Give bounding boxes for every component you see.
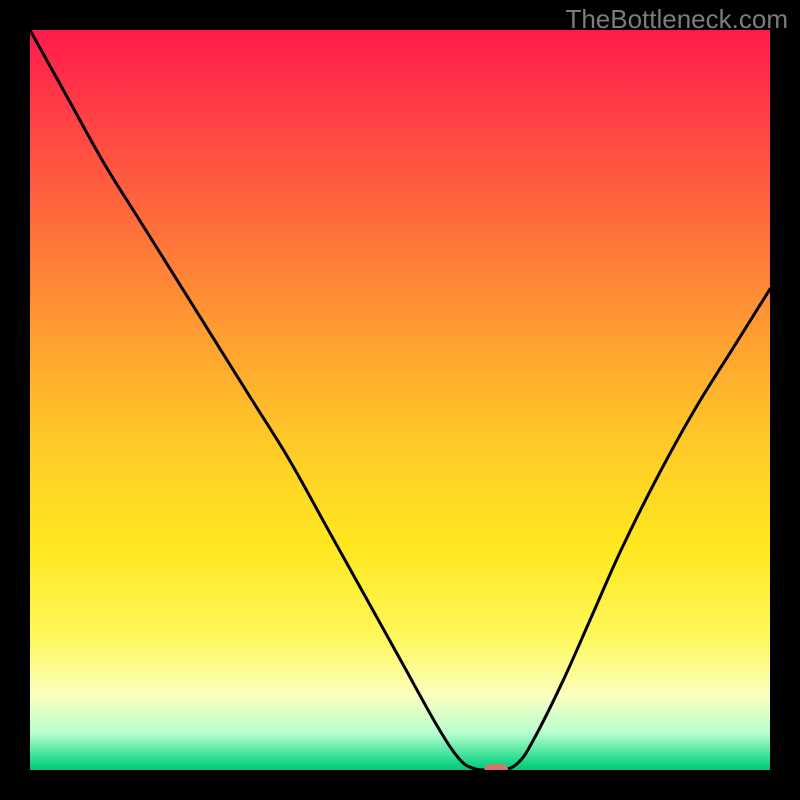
chart-frame: TheBottleneck.com — [0, 0, 800, 800]
bottleneck-chart — [30, 30, 770, 770]
watermark-text: TheBottleneck.com — [565, 4, 788, 35]
optimal-marker — [484, 764, 508, 770]
